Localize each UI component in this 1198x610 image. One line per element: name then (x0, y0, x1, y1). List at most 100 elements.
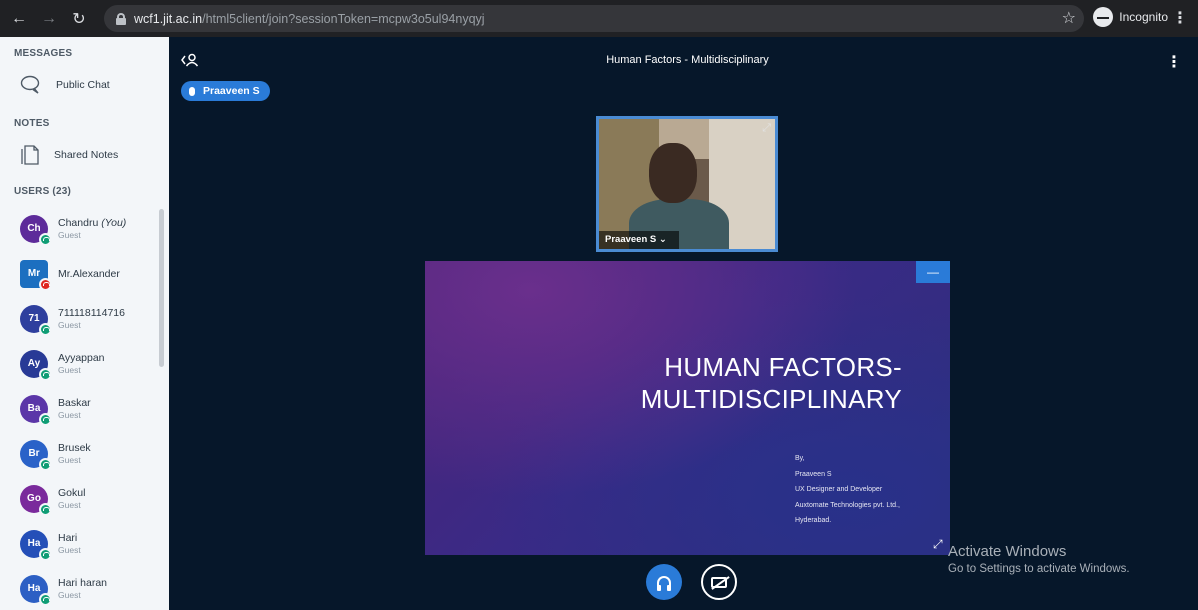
user-list-item[interactable]: Ha Hari Guest (0, 521, 169, 566)
reload-icon[interactable]: ↻ (68, 8, 90, 30)
meeting-area: Human Factors - Multidisciplinary ⋮ Praa… (169, 37, 1198, 610)
user-name: Brusek (58, 442, 91, 454)
avatar: Br (20, 439, 52, 471)
browser-menu-icon[interactable]: ⋮ (1172, 8, 1188, 28)
user-list-item[interactable]: 71 711118114716 Guest (0, 296, 169, 341)
talking-indicator[interactable]: Praaveen S (181, 81, 270, 101)
user-list-item[interactable]: Go Gokul Guest (0, 476, 169, 521)
user-name-line: Ayyappan (58, 352, 105, 364)
incognito-indicator[interactable]: Incognito (1093, 7, 1168, 27)
url-path: /html5client/join?sessionToken=mcpw3o5ul… (202, 11, 485, 26)
user-role: Guest (58, 230, 81, 240)
user-list-item[interactable]: Br Brusek Guest (0, 431, 169, 476)
user-name: Hari (58, 532, 78, 544)
user-list-item[interactable]: Ch Chandru (You) Guest (0, 206, 169, 251)
user-name: Chandru (58, 217, 99, 229)
user-name: Hari haran (58, 577, 108, 589)
incognito-icon (1093, 7, 1114, 27)
user-info: Chandru (You) Guest (58, 217, 126, 240)
user-role: Guest (58, 365, 81, 375)
user-list-item[interactable]: Mr Mr.Alexander (0, 251, 169, 296)
shared-notes-item[interactable]: Shared Notes (0, 137, 169, 173)
audio-status-icon (39, 592, 52, 606)
avatar: Mr (20, 259, 52, 291)
url-host: wcf1.jit.ac.in (134, 11, 203, 26)
audio-status-icon (39, 412, 52, 426)
user-role: Guest (58, 500, 81, 510)
muted-mic-icon (39, 277, 52, 291)
user-name-line: Brusek (58, 442, 91, 454)
users-section-title: USERS (23) (14, 186, 72, 197)
webcam-name-label[interactable]: Praaveen S ⌄ (599, 231, 679, 249)
avatar-initials: Go (27, 493, 41, 504)
slide-credits: By, Praaveen S UX Designer and Developer… (795, 451, 900, 529)
audio-status-icon (39, 457, 52, 471)
user-role: Guest (58, 545, 81, 555)
bookmark-star-icon[interactable]: ☆ (1062, 8, 1076, 28)
user-name-line: 711118114716 (58, 307, 125, 319)
options-menu-icon[interactable]: ⋮ (1166, 52, 1182, 72)
credit-name: Praaveen S (795, 470, 832, 478)
avatar-initials: 71 (28, 313, 40, 324)
incognito-label: Incognito (1119, 10, 1168, 24)
audio-button[interactable] (646, 564, 682, 600)
user-info: Gokul Guest (58, 487, 85, 510)
avatar: Ba (20, 394, 52, 426)
avatar-initials: Ha (27, 538, 41, 549)
lock-icon (116, 12, 126, 25)
user-name-line: Hari (58, 532, 81, 544)
user-info: Hari haran Guest (58, 577, 107, 600)
browser-toolbar: ← → ↻ wcf1.jit.ac.in/html5client/join?se… (0, 0, 1198, 37)
expand-icon[interactable]: ⤢ (762, 122, 771, 135)
chat-bubble-icon (20, 75, 40, 94)
audio-status-icon (39, 547, 52, 561)
scrollbar[interactable] (159, 209, 164, 367)
user-list-item[interactable]: Ha Hari haran Guest (0, 566, 169, 610)
watermark-line1: Activate Windows (948, 543, 1067, 560)
user-info: Mr.Alexander (58, 268, 120, 280)
avatar: 71 (20, 304, 52, 336)
avatar-initials: Ch (27, 223, 41, 234)
webcam-video[interactable]: ⤢ Praaveen S ⌄ (596, 116, 778, 252)
user-name-line: Chandru (You) (58, 217, 126, 229)
user-role: Guest (58, 410, 81, 420)
watermark-line2: Go to Settings to activate Windows. (948, 563, 1130, 575)
address-bar[interactable]: wcf1.jit.ac.in/html5client/join?sessionT… (104, 5, 1084, 32)
avatar: Ay (20, 349, 52, 381)
audio-status-icon (39, 322, 52, 336)
fullscreen-icon[interactable]: ⤢ (933, 537, 943, 552)
avatar: Ch (20, 214, 52, 246)
video-button[interactable] (701, 564, 737, 600)
microphone-icon (189, 86, 195, 96)
presentation-slide: — HUMAN FACTORS- MULTIDISCIPLINARY By, P… (425, 261, 950, 555)
user-info: Brusek Guest (58, 442, 91, 465)
shared-notes-label: Shared Notes (54, 149, 119, 161)
minimize-presentation-button[interactable]: — (916, 261, 950, 283)
audio-status-icon (39, 502, 52, 516)
messages-section-title: MESSAGES (14, 48, 73, 59)
user-name: 711118114716 (58, 307, 125, 319)
video-off-icon (711, 576, 727, 588)
user-role: Guest (58, 455, 81, 465)
public-chat-item[interactable]: Public Chat (0, 67, 169, 103)
user-list-item[interactable]: Ba Baskar Guest (0, 386, 169, 431)
audio-status-icon (39, 232, 52, 246)
headphones-icon (657, 576, 671, 591)
user-list-item[interactable]: Ay Ayyappan Guest (0, 341, 169, 386)
slide-title-line2: MULTIDISCIPLINARY (640, 384, 902, 414)
user-role: Guest (58, 320, 81, 330)
forward-arrow-icon[interactable]: → (38, 8, 60, 30)
credit-company: Auxtomate Technologies pvt. Ltd., (795, 501, 900, 509)
user-name: Ayyappan (58, 352, 105, 364)
user-info: Ayyappan Guest (58, 352, 105, 375)
notes-icon (21, 145, 39, 165)
avatar: Go (20, 484, 52, 516)
user-name-line: Gokul (58, 487, 85, 499)
meeting-title: Human Factors - Multidisciplinary (606, 54, 769, 66)
notes-section-title: NOTES (14, 118, 50, 129)
user-name: Gokul (58, 487, 86, 499)
back-arrow-icon[interactable]: ← (8, 8, 30, 30)
users-list: Ch Chandru (You) Guest Mr Mr.Alexander 71 7111… (0, 206, 169, 610)
public-chat-label: Public Chat (56, 79, 110, 91)
you-label: (You) (101, 217, 127, 229)
